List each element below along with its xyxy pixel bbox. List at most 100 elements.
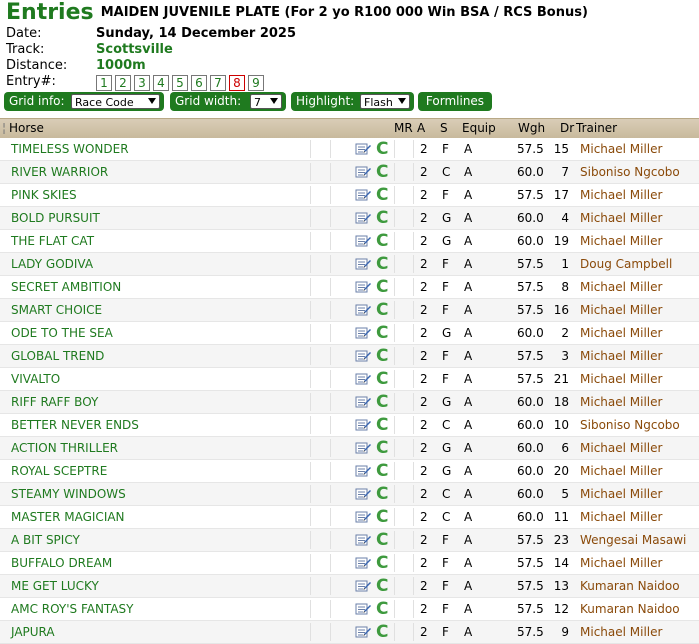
comment-c-icon[interactable]: C [376, 437, 388, 459]
trainer-link[interactable]: Michael Miller [580, 437, 662, 459]
form-guide-icon[interactable] [355, 142, 371, 156]
trainer-link[interactable]: Michael Miller [580, 276, 662, 298]
horse-name-link[interactable]: A BIT SPICY [11, 529, 80, 551]
horse-name-link[interactable]: VIVALTO [11, 368, 60, 390]
entry-number-link[interactable]: 4 [153, 75, 169, 91]
horse-name-link[interactable]: BETTER NEVER ENDS [11, 414, 139, 436]
trainer-link[interactable]: Michael Miller [580, 184, 662, 206]
form-guide-icon[interactable] [355, 395, 371, 409]
header-dr[interactable]: Dr [560, 119, 574, 138]
comment-c-icon[interactable]: C [376, 414, 388, 436]
entry-number-link[interactable]: 9 [248, 75, 264, 91]
comment-c-icon[interactable]: C [376, 322, 388, 344]
comment-c-icon[interactable]: C [376, 483, 388, 505]
form-guide-icon[interactable] [355, 625, 371, 639]
horse-name-link[interactable]: PINK SKIES [11, 184, 77, 206]
grid-width-select[interactable]: 7 [250, 94, 282, 109]
horse-name-link[interactable]: GLOBAL TREND [11, 345, 104, 367]
form-guide-icon[interactable] [355, 556, 371, 570]
entry-number-link[interactable]: 8 [229, 75, 245, 91]
comment-c-icon[interactable]: C [376, 184, 388, 206]
trainer-link[interactable]: Michael Miller [580, 368, 662, 390]
horse-name-link[interactable]: JAPURA [11, 621, 55, 643]
comment-c-icon[interactable]: C [376, 598, 388, 620]
horse-name-link[interactable]: MASTER MAGICIAN [11, 506, 125, 528]
entry-number-link[interactable]: 7 [210, 75, 226, 91]
trainer-link[interactable]: Wengesai Masawi [580, 529, 686, 551]
horse-name-link[interactable]: THE FLAT CAT [11, 230, 94, 252]
header-s[interactable]: S [440, 119, 448, 138]
entry-number-link[interactable]: 1 [96, 75, 112, 91]
comment-c-icon[interactable]: C [376, 506, 388, 528]
comment-c-icon[interactable]: C [376, 575, 388, 597]
trainer-link[interactable]: Michael Miller [580, 460, 662, 482]
trainer-link[interactable]: Michael Miller [580, 506, 662, 528]
horse-name-link[interactable]: BUFFALO DREAM [11, 552, 112, 574]
horse-name-link[interactable]: AMC ROY'S FANTASY [11, 598, 133, 620]
form-guide-icon[interactable] [355, 464, 371, 478]
horse-name-link[interactable]: STEAMY WINDOWS [11, 483, 126, 505]
trainer-link[interactable]: Doug Campbell [580, 253, 672, 275]
form-guide-icon[interactable] [355, 533, 371, 547]
trainer-link[interactable]: Michael Miller [580, 299, 662, 321]
horse-name-link[interactable]: ROYAL SCEPTRE [11, 460, 107, 482]
horse-name-link[interactable]: ME GET LUCKY [11, 575, 99, 597]
form-guide-icon[interactable] [355, 280, 371, 294]
form-guide-icon[interactable] [355, 211, 371, 225]
header-wgh[interactable]: Wgh [518, 119, 545, 138]
form-guide-icon[interactable] [355, 510, 371, 524]
comment-c-icon[interactable]: C [376, 529, 388, 551]
trainer-link[interactable]: Michael Miller [580, 207, 662, 229]
header-horse[interactable]: Horse [9, 119, 44, 138]
form-guide-icon[interactable] [355, 487, 371, 501]
horse-name-link[interactable]: RIVER WARRIOR [11, 161, 108, 183]
horse-name-link[interactable]: ODE TO THE SEA [11, 322, 113, 344]
comment-c-icon[interactable]: C [376, 552, 388, 574]
comment-c-icon[interactable]: C [376, 253, 388, 275]
comment-c-icon[interactable]: C [376, 276, 388, 298]
header-a[interactable]: A [417, 119, 425, 138]
grid-info-select[interactable]: Race Code [71, 94, 160, 109]
horse-name-link[interactable]: LADY GODIVA [11, 253, 93, 275]
entry-number-link[interactable]: 2 [115, 75, 131, 91]
trainer-link[interactable]: Siboniso Ngcobo [580, 414, 680, 436]
form-guide-icon[interactable] [355, 418, 371, 432]
form-guide-icon[interactable] [355, 303, 371, 317]
comment-c-icon[interactable]: C [376, 299, 388, 321]
trainer-link[interactable]: Kumaran Naidoo [580, 598, 680, 620]
form-guide-icon[interactable] [355, 234, 371, 248]
horse-name-link[interactable]: ACTION THRILLER [11, 437, 118, 459]
trainer-link[interactable]: Siboniso Ngcobo [580, 161, 680, 183]
highlight-select[interactable]: Flash [360, 94, 410, 109]
form-guide-icon[interactable] [355, 257, 371, 271]
horse-name-link[interactable]: SMART CHOICE [11, 299, 102, 321]
horse-name-link[interactable]: SECRET AMBITION [11, 276, 121, 298]
trainer-link[interactable]: Michael Miller [580, 483, 662, 505]
form-guide-icon[interactable] [355, 602, 371, 616]
trainer-link[interactable]: Michael Miller [580, 230, 662, 252]
trainer-link[interactable]: Michael Miller [580, 391, 662, 413]
comment-c-icon[interactable]: C [376, 460, 388, 482]
horse-name-link[interactable]: BOLD PURSUIT [11, 207, 100, 229]
comment-c-icon[interactable]: C [376, 345, 388, 367]
entry-number-link[interactable]: 3 [134, 75, 150, 91]
trainer-link[interactable]: Michael Miller [580, 552, 662, 574]
formlines-button[interactable]: Formlines [418, 92, 492, 111]
entry-number-link[interactable]: 5 [172, 75, 188, 91]
horse-name-link[interactable]: RIFF RAFF BOY [11, 391, 98, 413]
trainer-link[interactable]: Michael Miller [580, 345, 662, 367]
form-guide-icon[interactable] [355, 441, 371, 455]
header-equip[interactable]: Equip [462, 119, 496, 138]
trainer-link[interactable]: Michael Miller [580, 621, 662, 643]
comment-c-icon[interactable]: C [376, 138, 388, 160]
trainer-link[interactable]: Michael Miller [580, 138, 662, 160]
comment-c-icon[interactable]: C [376, 207, 388, 229]
comment-c-icon[interactable]: C [376, 391, 388, 413]
comment-c-icon[interactable]: C [376, 230, 388, 252]
form-guide-icon[interactable] [355, 326, 371, 340]
trainer-link[interactable]: Michael Miller [580, 322, 662, 344]
horse-name-link[interactable]: TIMELESS WONDER [11, 138, 129, 160]
header-mr[interactable]: MR [394, 119, 413, 138]
form-guide-icon[interactable] [355, 188, 371, 202]
entry-number-link[interactable]: 6 [191, 75, 207, 91]
